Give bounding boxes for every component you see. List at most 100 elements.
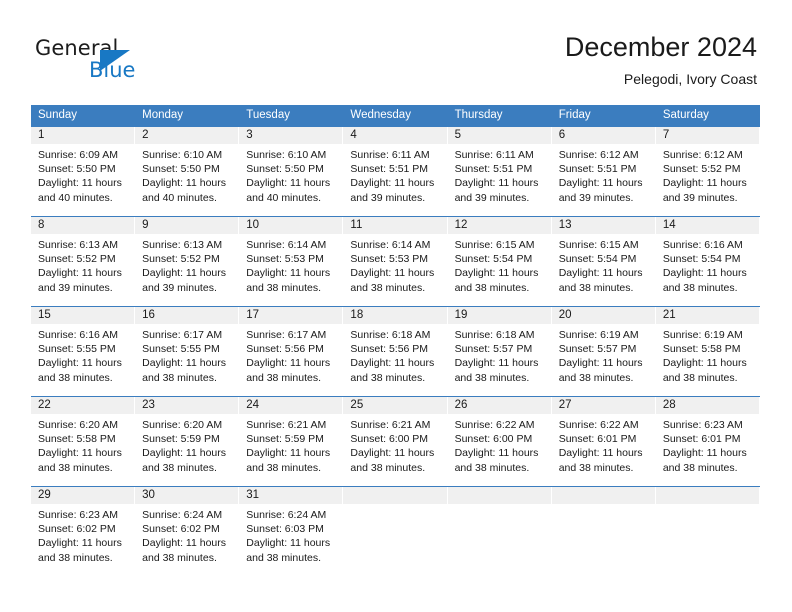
weekday-header-saturday: Saturday <box>662 109 709 121</box>
sunset-text: Sunset: 5:58 PM <box>662 343 741 356</box>
daylight-text-line1: Daylight: 11 hours <box>142 537 226 550</box>
day-cell[interactable]: 15 Sunrise: 6:16 AM Sunset: 5:55 PM Dayl… <box>31 307 136 396</box>
day-cell[interactable]: 1 Sunrise: 6:09 AM Sunset: 5:50 PM Dayli… <box>31 127 136 216</box>
daylight-text-line1: Daylight: 11 hours <box>662 447 747 460</box>
sunrise-text: Sunrise: 6:17 AM <box>246 329 327 341</box>
day-cell[interactable]: 7 Sunrise: 6:12 AM Sunset: 5:52 PM Dayli… <box>655 127 760 216</box>
day-number-strip: 18 <box>343 307 448 324</box>
sunrise-text: Sunrise: 6:12 AM <box>558 149 639 161</box>
daylight-text-line1: Daylight: 11 hours <box>662 177 747 190</box>
day-cell[interactable]: 13 Sunrise: 6:15 AM Sunset: 5:54 PM Dayl… <box>551 217 656 306</box>
day-number: 29 <box>38 489 51 501</box>
day-details: Sunrise: 6:20 AM Sunset: 5:58 PM Dayligh… <box>31 414 135 475</box>
weekday-header-thursday: Thursday <box>454 109 503 121</box>
day-cell[interactable]: 10 Sunrise: 6:14 AM Sunset: 5:53 PM Dayl… <box>239 217 344 306</box>
day-cell[interactable]: 25 Sunrise: 6:21 AM Sunset: 6:00 PM Dayl… <box>343 397 448 486</box>
day-details: Sunrise: 6:21 AM Sunset: 6:00 PM Dayligh… <box>343 414 447 475</box>
day-number-strip: 8 <box>31 217 136 234</box>
day-number-strip: 28 <box>655 397 760 414</box>
day-cell[interactable]: 16 Sunrise: 6:17 AM Sunset: 5:55 PM Dayl… <box>135 307 240 396</box>
day-details: Sunrise: 6:14 AM Sunset: 5:53 PM Dayligh… <box>239 234 343 295</box>
sunrise-text: Sunrise: 6:18 AM <box>350 329 431 341</box>
day-cell[interactable]: 14 Sunrise: 6:16 AM Sunset: 5:54 PM Dayl… <box>655 217 760 306</box>
day-cell[interactable]: 29 Sunrise: 6:23 AM Sunset: 6:02 PM Dayl… <box>31 487 136 576</box>
day-number-strip <box>447 487 552 504</box>
day-cell[interactable]: 2 Sunrise: 6:10 AM Sunset: 5:50 PM Dayli… <box>135 127 240 216</box>
daylight-text-line1: Daylight: 11 hours <box>246 177 331 190</box>
daylight-text-line1: Daylight: 11 hours <box>350 267 435 280</box>
day-cell[interactable]: 17 Sunrise: 6:17 AM Sunset: 5:56 PM Dayl… <box>239 307 344 396</box>
day-cell[interactable]: 21 Sunrise: 6:19 AM Sunset: 5:58 PM Dayl… <box>655 307 760 396</box>
day-number: 24 <box>246 399 260 411</box>
day-cell[interactable]: 23 Sunrise: 6:20 AM Sunset: 5:59 PM Dayl… <box>135 397 240 486</box>
day-details: Sunrise: 6:18 AM Sunset: 5:57 PM Dayligh… <box>448 324 552 385</box>
daylight-text-line1: Daylight: 11 hours <box>558 267 643 280</box>
weekday-header-row: Sunday Monday Tuesday Wednesday Thursday… <box>31 105 760 126</box>
daylight-text-line1: Daylight: 11 hours <box>454 267 539 280</box>
day-number: 7 <box>662 129 670 141</box>
day-cell[interactable]: 24 Sunrise: 6:21 AM Sunset: 5:59 PM Dayl… <box>239 397 344 486</box>
daylight-text-line1: Daylight: 11 hours <box>142 357 226 370</box>
daylight-text-line2: and 38 minutes. <box>38 371 113 384</box>
day-details: Sunrise: 6:14 AM Sunset: 5:53 PM Dayligh… <box>343 234 447 295</box>
day-number: 6 <box>558 129 566 141</box>
day-number: 2 <box>142 129 149 141</box>
day-number: 19 <box>454 309 468 321</box>
day-number: 9 <box>142 219 149 231</box>
general-blue-logo[interactable]: General Blue <box>35 36 175 88</box>
day-number-strip: 12 <box>447 217 552 234</box>
day-cell[interactable]: 9 Sunrise: 6:13 AM Sunset: 5:52 PM Dayli… <box>135 217 240 306</box>
daylight-text-line1: Daylight: 11 hours <box>558 447 643 460</box>
sunset-text: Sunset: 5:58 PM <box>38 433 116 446</box>
daylight-text-line2: and 39 minutes. <box>662 191 738 204</box>
day-cell[interactable]: 19 Sunrise: 6:18 AM Sunset: 5:57 PM Dayl… <box>447 307 552 396</box>
daylight-text-line1: Daylight: 11 hours <box>142 177 226 190</box>
day-cell[interactable]: 30 Sunrise: 6:24 AM Sunset: 6:02 PM Dayl… <box>135 487 240 576</box>
day-cell[interactable]: 5 Sunrise: 6:11 AM Sunset: 5:51 PM Dayli… <box>447 127 552 216</box>
sunrise-text: Sunrise: 6:10 AM <box>246 149 327 161</box>
page-header: General Blue December 2024 Pelegodi, Ivo… <box>0 0 792 104</box>
day-number: 5 <box>454 129 461 141</box>
daylight-text-line2: and 40 minutes. <box>246 191 321 204</box>
day-cell[interactable]: 28 Sunrise: 6:23 AM Sunset: 6:01 PM Dayl… <box>655 397 760 486</box>
day-number-strip: 2 <box>135 127 240 144</box>
sunrise-text: Sunrise: 6:22 AM <box>558 419 639 431</box>
sunset-text: Sunset: 5:50 PM <box>246 163 324 176</box>
weekday-header-sunday: Sunday <box>38 109 78 121</box>
day-details: Sunrise: 6:23 AM Sunset: 6:01 PM Dayligh… <box>656 414 760 475</box>
sunrise-text: Sunrise: 6:09 AM <box>38 149 118 161</box>
day-cell[interactable]: 18 Sunrise: 6:18 AM Sunset: 5:56 PM Dayl… <box>343 307 448 396</box>
day-cell[interactable]: 8 Sunrise: 6:13 AM Sunset: 5:52 PM Dayli… <box>31 217 136 306</box>
calendar-grid: Sunday Monday Tuesday Wednesday Thursday… <box>31 105 760 576</box>
day-cell[interactable]: 27 Sunrise: 6:22 AM Sunset: 6:01 PM Dayl… <box>551 397 656 486</box>
day-cell[interactable]: 26 Sunrise: 6:22 AM Sunset: 6:00 PM Dayl… <box>447 397 552 486</box>
day-number-strip: 15 <box>31 307 136 324</box>
daylight-text-line1: Daylight: 11 hours <box>558 357 643 370</box>
sunset-text: Sunset: 6:02 PM <box>142 523 220 536</box>
daylight-text-line2: and 38 minutes. <box>662 461 738 474</box>
daylight-text-line2: and 40 minutes. <box>38 191 113 204</box>
day-cell[interactable]: 6 Sunrise: 6:12 AM Sunset: 5:51 PM Dayli… <box>551 127 656 216</box>
day-cell[interactable]: 20 Sunrise: 6:19 AM Sunset: 5:57 PM Dayl… <box>551 307 656 396</box>
daylight-text-line2: and 38 minutes. <box>246 551 321 564</box>
day-number: 3 <box>246 129 253 141</box>
daylight-text-line2: and 39 minutes. <box>454 191 530 204</box>
day-number-strip: 26 <box>447 397 552 414</box>
sunrise-text: Sunrise: 6:23 AM <box>38 509 118 521</box>
day-details: Sunrise: 6:15 AM Sunset: 5:54 PM Dayligh… <box>448 234 552 295</box>
day-details: Sunrise: 6:09 AM Sunset: 5:50 PM Dayligh… <box>31 144 135 205</box>
day-cell[interactable]: 3 Sunrise: 6:10 AM Sunset: 5:50 PM Dayli… <box>239 127 344 216</box>
daylight-text-line1: Daylight: 11 hours <box>350 357 435 370</box>
day-cell[interactable]: 11 Sunrise: 6:14 AM Sunset: 5:53 PM Dayl… <box>343 217 448 306</box>
sunset-text: Sunset: 5:56 PM <box>350 343 429 356</box>
day-cell[interactable]: 22 Sunrise: 6:20 AM Sunset: 5:58 PM Dayl… <box>31 397 136 486</box>
day-cell[interactable]: 31 Sunrise: 6:24 AM Sunset: 6:03 PM Dayl… <box>239 487 344 576</box>
day-cell[interactable]: 12 Sunrise: 6:15 AM Sunset: 5:54 PM Dayl… <box>447 217 552 306</box>
day-details: Sunrise: 6:13 AM Sunset: 5:52 PM Dayligh… <box>31 234 135 295</box>
title-block: December 2024 Pelegodi, Ivory Coast <box>565 30 757 88</box>
day-details: Sunrise: 6:21 AM Sunset: 5:59 PM Dayligh… <box>239 414 343 475</box>
day-cell[interactable]: 4 Sunrise: 6:11 AM Sunset: 5:51 PM Dayli… <box>343 127 448 216</box>
sunset-text: Sunset: 5:54 PM <box>454 253 533 266</box>
day-number-strip: 29 <box>31 487 136 504</box>
day-details: Sunrise: 6:15 AM Sunset: 5:54 PM Dayligh… <box>552 234 656 295</box>
